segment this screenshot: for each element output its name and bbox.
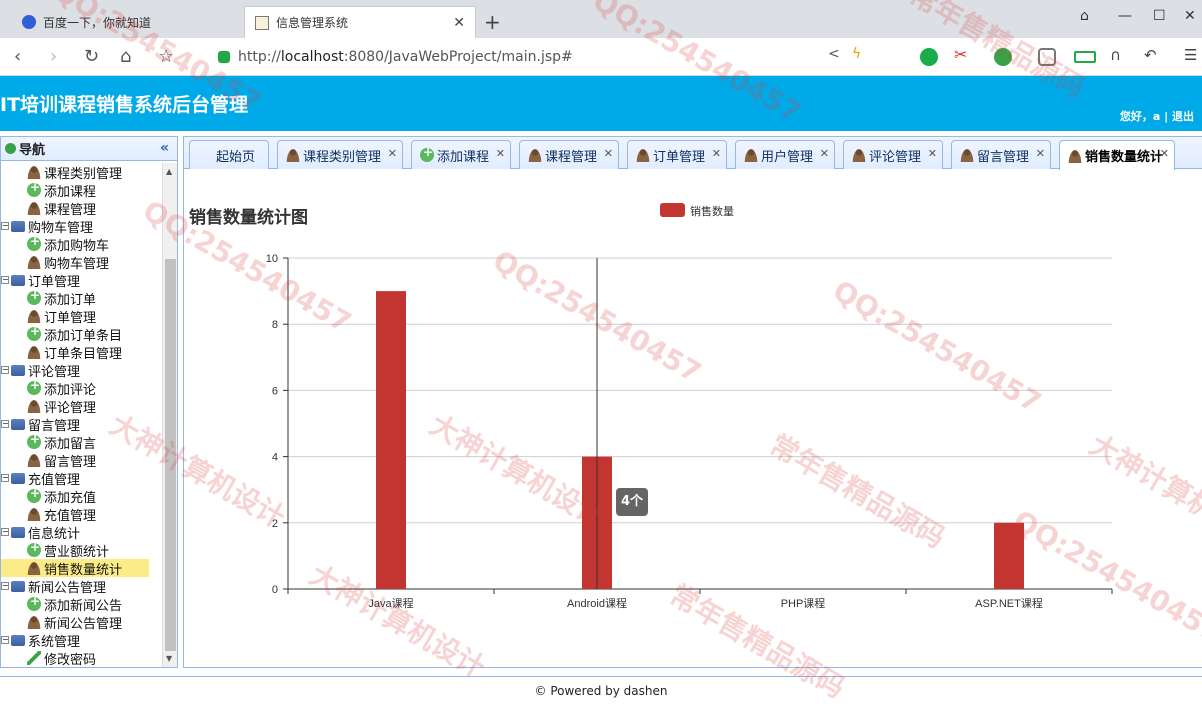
x-category-label: PHP课程 [781,597,826,610]
y-tick-label: 2 [272,518,278,530]
chart-tooltip: 4个 [616,488,648,516]
x-category-label: ASP.NET课程 [975,597,1043,610]
y-tick-label: 8 [272,319,278,331]
y-tick-label: 0 [272,584,278,596]
y-tick-label: 10 [266,253,278,265]
bar[interactable] [376,291,406,589]
y-tick-label: 6 [272,385,278,397]
footer: © Powered by dashen [0,676,1202,706]
y-tick-label: 4 [272,452,278,464]
bar[interactable] [994,522,1024,589]
x-category-label: Android课程 [567,597,627,610]
x-category-label: Java课程 [368,597,413,610]
sales-count-chart: 0 2 4 6 8 10 Java课程 Android课程 PHP课程 ASP.NET课程 [266,253,1113,610]
